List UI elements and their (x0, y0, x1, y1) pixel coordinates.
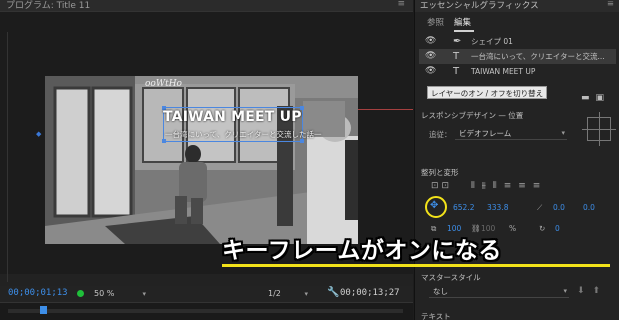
position-y-field[interactable]: 333.8 (487, 201, 508, 215)
resolution-select[interactable]: 1/2 ▾ (268, 288, 308, 300)
follow-value: ビデオフレーム (459, 129, 512, 138)
svg-text:ooWtHo: ooWtHo (145, 79, 183, 89)
follow-label: 追従： (429, 130, 452, 139)
overlay-caption: キーフレームがオンになる (222, 238, 502, 264)
wrench-icon[interactable]: 🔧 (327, 287, 339, 298)
master-style-select[interactable]: なし ▾ (429, 285, 569, 298)
monitor-controls: 00;00;01;13 50 % ▾ 1/2 ▾ 🔧 00;00;13;27 (0, 286, 413, 302)
anchor-y-field[interactable]: 0.0 (583, 201, 595, 215)
active-tab-indicator (454, 30, 474, 32)
chevron-down-icon: ▾ (563, 287, 567, 295)
responsive-design-label: レスポンシブデザイン — 位置 (421, 111, 524, 120)
caption-underline (222, 264, 610, 267)
align-middle-icon[interactable]: ≡ (518, 181, 530, 191)
duration-timecode: 00;00;13;27 (340, 288, 400, 298)
anchor-x-field[interactable]: 0.0 (553, 201, 565, 215)
chevron-down-icon: ▾ (561, 129, 565, 137)
anchor-icon[interactable]: ⟋ (537, 201, 542, 215)
layer-item[interactable]: 👁 T TAIWAN MEET UP (419, 64, 616, 79)
layer-tools: ▬▣ (581, 93, 610, 103)
pen-icon: ✒ (453, 36, 462, 47)
tab-edit[interactable]: 編集 (454, 16, 471, 28)
text-section-label: テキスト (421, 312, 451, 320)
panel-menu-icon[interactable]: ≡ (607, 0, 614, 10)
resolution-value: 1/2 (268, 289, 281, 298)
video-title-text[interactable]: TAIWAN MEET UP (163, 109, 302, 125)
ruler-track[interactable] (8, 309, 403, 313)
layer-item[interactable]: 👁 T 一台湾にいって、クリエイターと交流... (419, 49, 616, 64)
tooltip: レイヤーのオン / オフを切り替え (427, 86, 548, 99)
panel-tabs: 参照 編集 (415, 14, 619, 32)
arrow-up-icon[interactable]: ⬆ (593, 286, 609, 296)
layer-list: 👁 ✒ シェイプ 01 👁 T 一台湾にいって、クリエイターと交流... 👁 T… (419, 34, 616, 79)
align-center-icon[interactable]: ⫵ (482, 181, 490, 191)
text-icon: T (453, 66, 460, 77)
align-top-icon[interactable]: ≡ (504, 181, 516, 191)
eye-icon[interactable]: 👁 (425, 34, 436, 49)
position-keyframe-icon[interactable]: ✥ (430, 200, 438, 211)
style-arrows: ⬇⬆ (577, 286, 608, 296)
timeline-ruler[interactable] (0, 302, 413, 320)
new-layer-icon[interactable]: ▣ (596, 93, 611, 103)
video-frame[interactable]: ooWtHo TAIWAN MEET UP 一台湾にいって、クリエイターと交流し… (45, 76, 358, 244)
arrow-down-icon[interactable]: ⬇ (577, 286, 593, 296)
align-horizontal-icon[interactable]: ⊡ (442, 181, 450, 191)
tab-browse[interactable]: 参照 (427, 16, 444, 28)
align-buttons: ⊡ ⊡ (431, 181, 452, 193)
layer-name: TAIWAN MEET UP (471, 67, 536, 76)
master-style-label: マスタースタイル (421, 273, 481, 282)
panel-menu-icon[interactable]: ≡ (397, 0, 405, 10)
scale-unit: % (509, 224, 517, 233)
chevron-down-icon: ▾ (304, 290, 308, 298)
follow-select[interactable]: ビデオフレーム ▾ (455, 127, 567, 140)
layer-item[interactable]: 👁 ✒ シェイプ 01 (419, 34, 616, 49)
master-style-value: なし (433, 287, 448, 296)
align-right-icon[interactable]: ⫴ (493, 181, 501, 191)
premiere-workspace: プログラム: Title 11 ≡ ◆ ooWtHo TAIWAN MEET U… (0, 0, 619, 320)
text-icon: T (453, 51, 460, 62)
rotation-field[interactable]: 0 (555, 222, 560, 236)
folder-icon[interactable]: ▬ (581, 93, 596, 103)
align-transform-label: 整列と変形 (421, 168, 459, 177)
align-bottom-icon[interactable]: ≡ (533, 181, 545, 191)
layer-name: シェイプ 01 (471, 37, 513, 46)
video-subtitle-text[interactable]: 一台湾にいって、クリエイターと交流した話一 (165, 129, 321, 140)
zoom-select[interactable]: 50 % ▾ (94, 288, 146, 300)
playhead[interactable] (40, 306, 47, 314)
anchor-marker-icon: ◆ (36, 130, 42, 138)
monitor-title: プログラム: Title 11 (6, 1, 91, 11)
pin-anchor-widget[interactable] (582, 112, 616, 146)
program-monitor: プログラム: Title 11 ≡ ◆ ooWtHo TAIWAN MEET U… (0, 0, 413, 320)
rotation-icon[interactable]: ↻ (539, 222, 545, 236)
eye-icon[interactable]: 👁 (425, 49, 436, 64)
align-left-icon[interactable]: ⫴ (471, 181, 479, 191)
panel-header: エッセンシャルグラフィックス ≡ (415, 0, 619, 12)
align-tools: ⫴ ⫵ ⫴ ≡ ≡ ≡ (471, 181, 547, 193)
chevron-down-icon: ▾ (142, 290, 146, 298)
monitor-title-bar: プログラム: Title 11 ≡ (0, 0, 413, 12)
guide-line (7, 32, 8, 282)
layer-name: 一台湾にいって、クリエイターと交流... (471, 52, 605, 61)
align-vertical-icon[interactable]: ⊡ (431, 181, 439, 191)
eye-icon[interactable]: 👁 (425, 64, 436, 79)
zoom-value: 50 % (94, 289, 115, 298)
essential-graphics-panel: エッセンシャルグラフィックス ≡ 参照 編集 👁 ✒ シェイプ 01 👁 T 一… (414, 0, 619, 320)
current-timecode[interactable]: 00;00;01;13 (8, 288, 68, 298)
panel-title: エッセンシャルグラフィックス (420, 1, 539, 11)
position-x-field[interactable]: 652.2 (453, 201, 474, 215)
status-dot-icon (77, 290, 84, 297)
